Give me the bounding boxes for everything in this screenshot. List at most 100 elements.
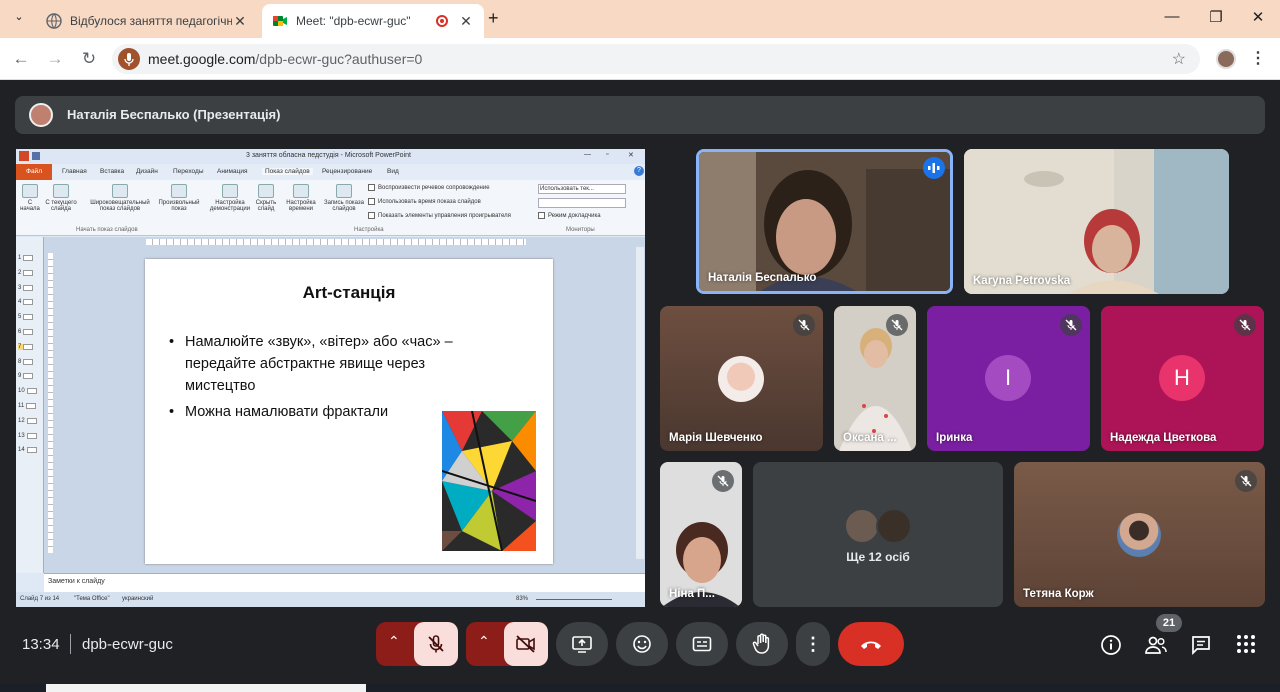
slide-thumbnail-number: 11 [18, 403, 25, 409]
ppt-monitor-select: Использовать тек... [538, 184, 626, 194]
slide-thumbnail-number: 12 [18, 417, 25, 424]
participant-tile[interactable]: Оксана ... [834, 306, 916, 451]
slide-thumbnail: 2 [18, 269, 34, 276]
present-screen-icon [572, 636, 592, 653]
slide-bullets: Намалюйте «звук», «вітер» або «час» – пе… [169, 331, 479, 427]
toggle-mic-button[interactable] [414, 622, 458, 666]
status-theme: "Тема Office" [74, 596, 110, 602]
slide-thumbnail-number: 5 [18, 314, 22, 321]
ppt-check-label: Режим докладчика [548, 212, 601, 219]
people-button[interactable] [1144, 634, 1168, 656]
captions-button[interactable] [676, 622, 728, 666]
ppt-minimize-icon: — [584, 151, 591, 158]
bookmark-star-icon[interactable]: ☆ [1172, 49, 1186, 69]
browser-tab-active[interactable]: Meet: "dpb-ecwr-guc" ✕ [262, 4, 484, 38]
mic-in-use-icon[interactable] [118, 48, 140, 70]
participant-tile[interactable]: І Іринка [927, 306, 1090, 451]
raise-hand-button[interactable] [736, 622, 788, 666]
ppt-check-controls: Показать элементы управления проигрывате… [368, 212, 511, 219]
status-slide: Слайд 7 из 14 [20, 596, 60, 602]
forward-icon[interactable]: → [44, 48, 66, 70]
new-tab-button[interactable]: + [488, 8, 499, 29]
url-domain: meet.google.com [148, 51, 256, 67]
mic-off-icon [1060, 314, 1082, 336]
slide-thumbnail-image [23, 329, 34, 335]
ppt-check-label: Использовать время показа слайдов [378, 198, 481, 205]
participant-name: Karyna Petrovska [973, 275, 1071, 287]
toggle-camera-button[interactable] [504, 622, 548, 666]
meeting-details-button[interactable] [1100, 634, 1122, 656]
minimize-icon[interactable]: — [1160, 8, 1184, 25]
participant-tile[interactable]: Марія Шевченко [660, 306, 823, 451]
mic-off-icon [1235, 470, 1257, 492]
presenter-title: Наталія Беспалько (Презентація) [67, 107, 281, 122]
ppt-tab-design: Дизайн [136, 168, 158, 175]
browser-toolbar: ← → ↻ meet.google.com/dpb-ecwr-guc?authu… [0, 38, 1280, 80]
reload-icon[interactable]: ↻ [78, 48, 100, 70]
profile-avatar[interactable] [1216, 49, 1236, 69]
others-tile[interactable]: Ще 12 осіб [753, 462, 1003, 607]
slide-thumbnail-number: 6 [18, 329, 22, 335]
activities-button[interactable] [1236, 634, 1256, 654]
tab-title: Відбулося заняття педагогічно [70, 14, 232, 28]
slide-thumbnail-image [23, 299, 34, 306]
slide-bullet: Намалюйте «звук», «вітер» або «час» – пе… [169, 331, 479, 397]
participant-name: Надежда Цветкова [1110, 432, 1217, 444]
hang-up-icon [861, 641, 881, 649]
captions-icon [692, 636, 712, 652]
slide-thumbnail-image [26, 403, 37, 409]
ppt-check-presenter: Режим докладчика [538, 212, 601, 219]
slide-thumbnail: 6 [18, 329, 34, 335]
tab-search-button[interactable]: ⌄ [10, 10, 28, 28]
participant-tile[interactable]: Н Надежда Цветкова [1101, 306, 1264, 451]
restore-icon[interactable]: ❐ [1204, 8, 1228, 26]
participant-tile[interactable]: Karyna Petrovska [964, 149, 1229, 294]
browser-tab-strip: ⌄ Відбулося заняття педагогічно ✕ Meet: … [0, 0, 1280, 38]
participant-tile-speaking[interactable]: Наталія Беспалько [696, 149, 953, 294]
mic-off-icon [886, 314, 908, 336]
slide-thumbnail-image [26, 447, 37, 454]
participant-name: Наталія Беспалько [708, 272, 817, 284]
address-bar[interactable]: meet.google.com/dpb-ecwr-guc?authuser=0 … [112, 44, 1200, 74]
present-screen-button[interactable] [556, 622, 608, 666]
chat-button[interactable] [1190, 634, 1212, 656]
slide-title: Art-станція [302, 283, 396, 302]
participant-avatar [1117, 513, 1161, 557]
video-options-chevron-icon[interactable]: ⌃ [478, 633, 490, 650]
ppt-check-narration: Воспроизвести речевое сопровождение [368, 184, 490, 191]
close-tab-icon[interactable]: ✕ [232, 13, 248, 30]
participant-initial-avatar: І [985, 355, 1031, 401]
ppt-tab-transitions: Переходы [173, 168, 204, 175]
participant-tile[interactable]: Ніна П... [660, 462, 742, 607]
slide-thumbnail-image [23, 269, 34, 276]
slide-thumbnail-number: 8 [18, 358, 22, 365]
back-icon[interactable]: ← [10, 48, 32, 70]
ppt-btn-label: Произвольный показ [158, 200, 200, 212]
ppt-scrollbar [636, 247, 644, 559]
more-options-button[interactable]: ⋮ [796, 622, 830, 666]
ppt-tab-view: Вид [387, 168, 399, 175]
browser-tab-inactive[interactable]: Відбулося заняття педагогічно ✕ [36, 4, 258, 38]
close-tab-icon[interactable]: ✕ [458, 13, 474, 30]
slide-thumbnail: 3 [18, 284, 34, 291]
ppt-btn-label: С текущего слайда [45, 200, 77, 212]
slide-thumbnail-number: 14 [18, 447, 25, 454]
slide-thumbnail: 5 [18, 314, 34, 321]
more-vert-icon: ⋮ [804, 633, 822, 654]
audio-options-chevron-icon[interactable]: ⌃ [388, 633, 400, 650]
participant-avatar [718, 356, 764, 402]
taskbar-search[interactable] [46, 684, 366, 692]
ppt-logo-icon [19, 151, 29, 161]
participant-tile[interactable]: Тетяна Корж [1014, 462, 1265, 607]
slide-bullet: Можна намалювати фрактали [169, 401, 479, 423]
mic-off-icon [428, 635, 444, 653]
save-icon [32, 152, 40, 160]
window-close-icon[interactable]: ✕ [1246, 8, 1270, 26]
ppt-check-label: Показать элементы управления проигрывате… [378, 212, 511, 219]
browser-menu-icon[interactable]: ⋮ [1250, 48, 1266, 68]
status-language: украинский [122, 596, 154, 602]
ppt-close-icon: ✕ [628, 152, 634, 159]
ppt-status-bar: Слайд 7 из 14 "Тема Office" украинский 8… [16, 592, 645, 607]
leave-call-button[interactable] [838, 622, 904, 666]
reactions-button[interactable] [616, 622, 668, 666]
